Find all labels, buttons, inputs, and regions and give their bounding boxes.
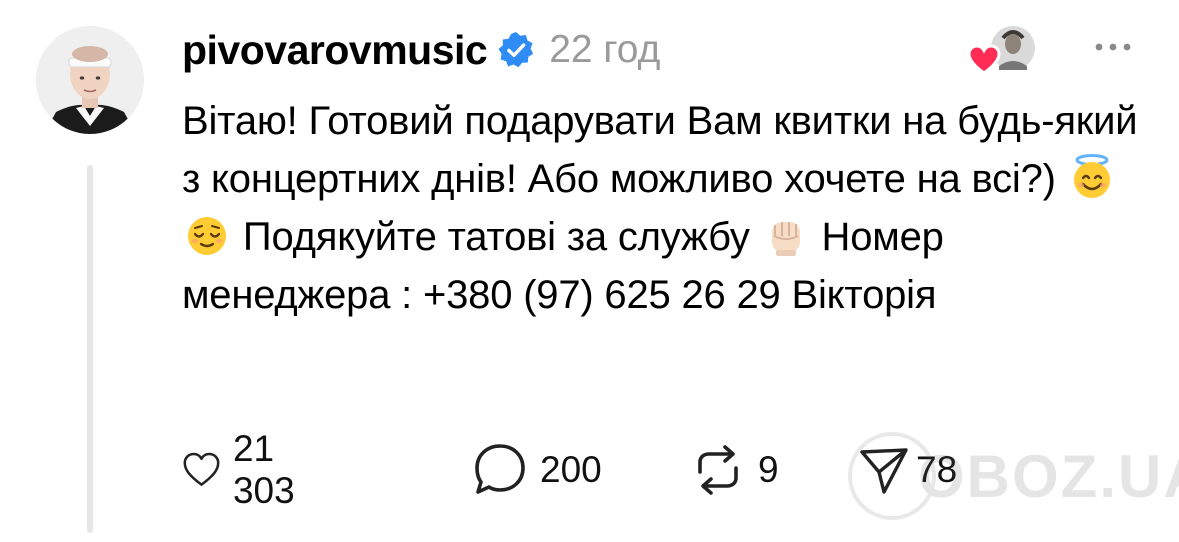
post-text: Вітаю! Готовий подарувати Вам квитки на … — [182, 92, 1142, 324]
post-text-part-2: Подякуйте татові за службу — [242, 215, 750, 259]
reply-button[interactable]: 200 — [472, 440, 602, 500]
liked-heart-icon — [967, 44, 1001, 75]
thread-line — [87, 165, 93, 533]
reposts-count: 9 — [758, 449, 779, 490]
replies-count: 200 — [540, 449, 602, 490]
raised-fist-icon — [771, 222, 800, 256]
verified-badge-icon — [498, 31, 534, 68]
username[interactable]: pivovarovmusic — [182, 27, 488, 74]
smiling-face-with-halo-icon — [1073, 154, 1110, 198]
post-text-part-1: Вітаю! Готовий подарувати Вам квитки на … — [182, 99, 1138, 201]
repost-icon — [698, 445, 738, 495]
avatar[interactable] — [36, 26, 144, 134]
relieved-face-icon — [188, 217, 226, 255]
repost-button[interactable]: 9 — [690, 440, 779, 500]
likes-count: 21 303 — [232, 428, 295, 511]
heart-icon — [183, 452, 220, 486]
liked-by-indicator[interactable] — [967, 22, 1041, 78]
more-icon[interactable] — [1093, 40, 1133, 54]
watermark-text: OBOZ.UA — [918, 443, 1179, 510]
comment-icon — [475, 444, 525, 494]
like-button[interactable]: 21 303 — [182, 428, 312, 511]
watermark: OBOZ.UA — [848, 428, 1179, 524]
post-time: 22 год — [549, 28, 661, 71]
post-header: pivovarovmusic 22 год — [182, 22, 660, 78]
